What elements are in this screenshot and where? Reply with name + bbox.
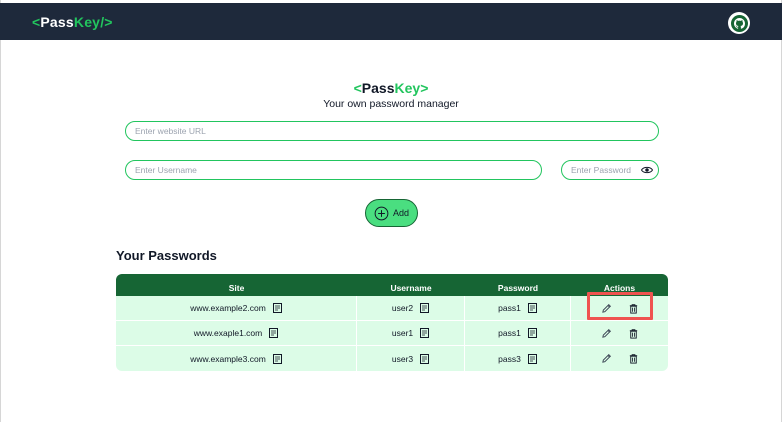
- table-row: www.example3.com user3 pass3: [116, 346, 668, 371]
- site-cell: www.example3.com: [116, 346, 357, 371]
- copy-icon[interactable]: [527, 303, 537, 313]
- actions-cell: [571, 321, 668, 345]
- password-text: pass3: [498, 353, 521, 364]
- table-row: www.exaple1.com user1 pass1: [116, 321, 668, 346]
- actions-cell: [571, 346, 668, 371]
- github-button[interactable]: [728, 12, 750, 34]
- delete-trash-icon[interactable]: [628, 353, 639, 364]
- brand-key-text: Key: [394, 80, 421, 96]
- add-circle-icon: [374, 206, 389, 220]
- site-cell: www.exaple1.com: [116, 321, 357, 345]
- password-cell: pass3: [465, 346, 571, 371]
- logo-key-text: Key: [73, 14, 101, 30]
- username-cell: user3: [357, 346, 465, 371]
- passwords-table: Site Username Password Actions www.examp…: [116, 274, 668, 371]
- username-cell: user2: [357, 296, 465, 320]
- column-header-username: Username: [390, 283, 432, 293]
- password-cell: pass1: [465, 296, 571, 320]
- nav-logo[interactable]: <PassKey/>: [32, 14, 113, 30]
- password-field-wrapper: [561, 160, 659, 180]
- site-text: www.example3.com: [190, 353, 266, 364]
- site-text: www.exaple1.com: [193, 328, 263, 338]
- brand-pass-text: Pass: [361, 80, 395, 96]
- username-input[interactable]: [125, 160, 542, 180]
- column-header-site: Site: [228, 283, 245, 293]
- passwords-section-title: Your Passwords: [116, 248, 217, 263]
- username-text: user3: [391, 353, 414, 364]
- navbar: <PassKey/>: [0, 3, 782, 40]
- logo-bracket-right: />: [100, 14, 113, 30]
- column-header-password: Password: [497, 283, 539, 293]
- delete-trash-icon[interactable]: [628, 328, 639, 339]
- website-url-input[interactable]: [125, 121, 659, 141]
- add-button[interactable]: Add: [365, 199, 418, 227]
- copy-icon[interactable]: [272, 303, 282, 313]
- copy-icon[interactable]: [420, 353, 430, 364]
- brand-bracket-right: >: [420, 80, 429, 96]
- eye-icon[interactable]: [641, 165, 653, 175]
- github-icon: [730, 14, 748, 32]
- tagline: Your own password manager: [323, 98, 459, 110]
- logo-pass-text: Pass: [40, 14, 74, 30]
- copy-icon[interactable]: [420, 303, 430, 313]
- copy-icon[interactable]: [269, 328, 279, 338]
- password-cell: pass1: [465, 321, 571, 345]
- copy-icon[interactable]: [527, 328, 537, 338]
- password-text: pass1: [498, 303, 521, 313]
- add-button-label: Add: [392, 208, 409, 218]
- table-row: www.example2.com user2 pass1: [116, 296, 668, 321]
- edit-pencil-icon[interactable]: [601, 353, 612, 364]
- site-cell: www.example2.com: [116, 296, 357, 320]
- site-text: www.example2.com: [190, 303, 266, 313]
- username-text: user2: [391, 303, 414, 313]
- username-cell: user1: [357, 321, 465, 345]
- highlight-box: [587, 292, 653, 320]
- copy-icon[interactable]: [527, 353, 537, 364]
- hero-brand: <PassKey>: [0, 80, 782, 96]
- edit-pencil-icon[interactable]: [601, 328, 612, 339]
- copy-icon[interactable]: [272, 353, 282, 364]
- brand-bracket-left: <: [353, 80, 362, 96]
- table-header: Site Username Password Actions: [116, 274, 668, 296]
- password-text: pass1: [498, 328, 521, 338]
- copy-icon[interactable]: [420, 328, 430, 338]
- username-text: user1: [391, 328, 414, 338]
